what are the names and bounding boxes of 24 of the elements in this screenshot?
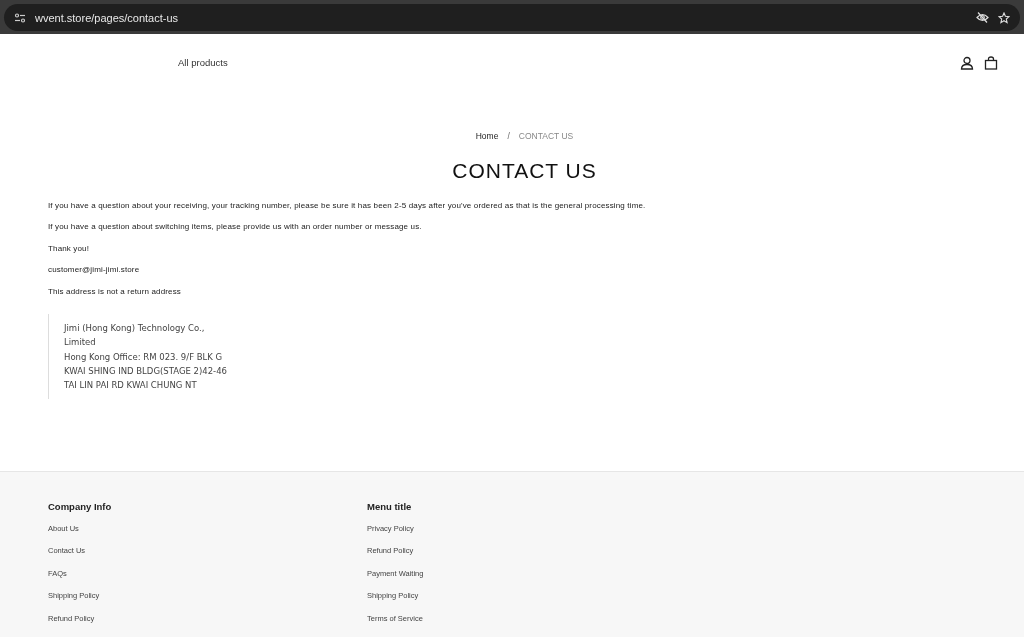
breadcrumb-separator: / (507, 130, 510, 141)
paragraph: If you have a question about your receiving, your tracking number, please be sure it has been 2-5 days after you've ordered as that is the general processing time. (48, 200, 647, 210)
eye-slash-icon[interactable] (976, 12, 989, 23)
address-line: KWAI SHING IND BLDG(STAGE 2)42-46 (64, 364, 227, 378)
paragraph: Thank you! (48, 243, 91, 253)
address-line: TAI LIN PAI RD KWAI CHUNG NT (64, 379, 198, 393)
footer-heading: Menu title (367, 500, 413, 512)
url-text: wvent.store/pages/contact-us (35, 11, 179, 24)
paragraph: customer@jimi-jimi.store (48, 265, 141, 274)
account-icon[interactable] (960, 55, 974, 70)
nav-link[interactable]: All products (178, 57, 228, 69)
page-title: CONTACT US (451, 158, 598, 183)
breadcrumb-link[interactable]: Home (475, 130, 499, 141)
footer-heading: Company Info (48, 500, 113, 512)
paragraph: If you have a question about switching items, please provide us with an order number or message us. (48, 222, 423, 231)
breadcrumb-link[interactable]: CONTACT US (518, 130, 574, 141)
address-line: Jimi (Hong Kong) Technology Co., (64, 322, 206, 335)
paragraph: This address is not a return address (48, 286, 183, 296)
site-settings-icon[interactable] (14, 12, 26, 23)
address-bar[interactable]: wvent.store/pages/contact-us (4, 4, 1020, 31)
address-line: Limited (64, 336, 97, 350)
cart-bag-icon[interactable] (984, 55, 998, 70)
bookmark-star-icon[interactable] (998, 11, 1010, 24)
address-line: Hong Kong Office: RM 023. 9/F BLK G (64, 350, 224, 364)
